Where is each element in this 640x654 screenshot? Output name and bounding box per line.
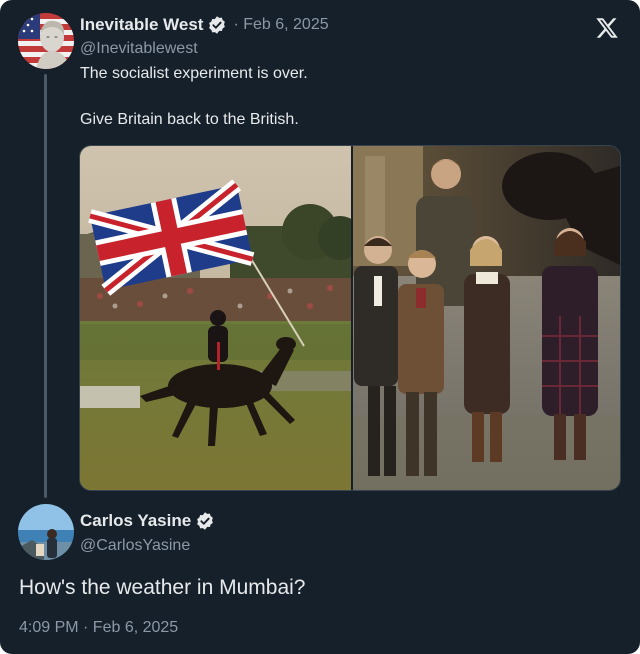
tweet-embed-card: Inevitable West · Feb 6, 2025 @Inevitabl… xyxy=(0,0,640,654)
tweet-text: The socialist experiment is over. Give B… xyxy=(80,64,308,130)
tweet-text-line-1: The socialist experiment is over. xyxy=(80,65,308,82)
avatar[interactable] xyxy=(18,13,74,69)
avatar[interactable] xyxy=(18,504,74,560)
x-logo-icon[interactable] xyxy=(594,16,620,40)
reply-display-name[interactable]: Carlos Yasine xyxy=(80,511,191,531)
verified-badge-icon xyxy=(197,512,214,530)
reply-text: How's the weather in Mumbai? xyxy=(19,576,306,599)
thread-line xyxy=(44,74,47,498)
reply-timestamp[interactable]: 4:09 PM · Feb 6, 2025 xyxy=(19,619,178,637)
horse-rider-with-union-jack-photo xyxy=(80,146,362,490)
author-display-name[interactable]: Inevitable West xyxy=(80,15,203,35)
reply-handle[interactable]: @CarlosYasine xyxy=(80,537,190,555)
tweet-text-line-2: Give Britain back to the British. xyxy=(80,111,299,128)
author-handle[interactable]: @Inevitablewest xyxy=(80,40,198,58)
verified-badge-icon xyxy=(209,16,226,34)
tweet-media[interactable] xyxy=(79,145,621,491)
reply-author-name-row: Carlos Yasine xyxy=(80,511,215,531)
family-with-horse-photo xyxy=(353,146,620,490)
tweet-date[interactable]: · Feb 6, 2025 xyxy=(233,16,328,34)
author-name-row: Inevitable West · Feb 6, 2025 xyxy=(80,15,329,35)
